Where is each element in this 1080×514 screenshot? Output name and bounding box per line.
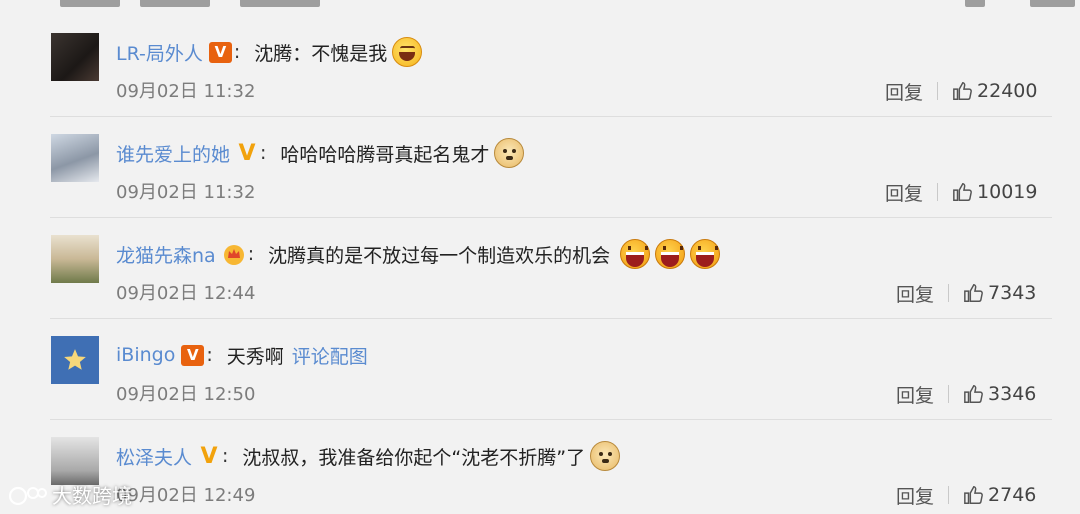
verified-badge-icon: V bbox=[208, 41, 232, 63]
like-button[interactable]: 10019 bbox=[952, 181, 1037, 203]
comment-item: 松泽夫人 V : 沈叔叔，我准备给你起个“沈老不折腾”了 09月02日 12:4… bbox=[0, 437, 1080, 514]
laugh-tears-emoji-icon bbox=[392, 37, 423, 67]
top-cutoff-strip bbox=[0, 0, 1080, 12]
verified-badge-icon: V bbox=[238, 140, 256, 166]
like-count: 2746 bbox=[988, 484, 1037, 506]
doge-emoji-icon bbox=[590, 441, 621, 471]
action-divider bbox=[937, 183, 939, 201]
comment-image-link[interactable]: 评论配图 bbox=[292, 342, 368, 369]
thumbs-up-icon bbox=[964, 385, 983, 403]
colon: : bbox=[260, 142, 267, 164]
crown-badge-icon bbox=[222, 243, 246, 265]
action-divider bbox=[937, 82, 939, 100]
grin-emoji-icon bbox=[655, 239, 686, 269]
logo-icon bbox=[8, 486, 47, 505]
comment-text: 天秀啊 bbox=[226, 345, 284, 368]
like-button[interactable]: 2746 bbox=[963, 484, 1036, 506]
comment-timestamp: 09月02日 11:32 bbox=[116, 182, 256, 203]
action-divider bbox=[948, 385, 950, 403]
avatar[interactable] bbox=[51, 336, 99, 384]
avatar[interactable] bbox=[51, 134, 99, 182]
reply-button[interactable]: 回复 bbox=[885, 78, 923, 105]
watermark-text: 大数跨境 bbox=[52, 484, 132, 508]
doge-emoji-icon bbox=[494, 138, 525, 168]
like-count: 10019 bbox=[977, 181, 1038, 203]
comment-username[interactable]: iBingo bbox=[116, 344, 175, 366]
comment-divider bbox=[50, 116, 1052, 117]
thumbs-up-icon bbox=[953, 183, 972, 201]
comment-text: 沈叔叔，我准备给你起个“沈老不折腾”了 bbox=[242, 446, 586, 469]
thumbs-up-icon bbox=[953, 82, 972, 100]
like-count: 3346 bbox=[988, 383, 1037, 405]
like-button[interactable]: 22400 bbox=[952, 80, 1037, 102]
reply-button[interactable]: 回复 bbox=[896, 381, 934, 408]
comment-timestamp: 09月02日 11:32 bbox=[116, 81, 256, 102]
comment-username[interactable]: 松泽夫人 bbox=[116, 443, 192, 470]
comment-divider bbox=[50, 419, 1052, 420]
reply-button[interactable]: 回复 bbox=[896, 482, 934, 509]
thumbs-up-icon bbox=[964, 284, 983, 302]
comment-username[interactable]: 谁先爱上的她 bbox=[116, 140, 230, 167]
comment-timestamp: 09月02日 12:49 bbox=[116, 485, 256, 506]
comment-item: LR-局外人 V : 沈腾：不愧是我 09月02日 11:32 回复 22400 bbox=[0, 33, 1080, 134]
avatar[interactable] bbox=[51, 437, 99, 485]
colon: : bbox=[206, 344, 213, 366]
like-button[interactable]: 7343 bbox=[963, 282, 1036, 304]
grin-emoji-icon bbox=[690, 239, 721, 269]
grin-emoji-icon bbox=[620, 239, 651, 269]
watermark: 大数跨境 bbox=[8, 480, 132, 509]
verified-badge-icon: V bbox=[200, 443, 218, 469]
comment-text: 哈哈哈哈腾哥真起名鬼才 bbox=[280, 143, 490, 166]
comment-timestamp: 09月02日 12:44 bbox=[116, 283, 256, 304]
comment-text: 沈腾：不愧是我 bbox=[254, 42, 388, 65]
thumbs-up-icon bbox=[964, 486, 983, 504]
action-divider bbox=[948, 284, 950, 302]
comment-text: 沈腾真的是不放过每一个制造欢乐的机会 bbox=[268, 244, 611, 267]
comment-timestamp: 09月02日 12:50 bbox=[116, 384, 256, 405]
comment-item: 谁先爱上的她 V : 哈哈哈哈腾哥真起名鬼才 09月02日 11:32 回复 1… bbox=[0, 134, 1080, 235]
like-button[interactable]: 3346 bbox=[963, 383, 1036, 405]
like-count: 22400 bbox=[977, 80, 1038, 102]
like-count: 7343 bbox=[988, 282, 1037, 304]
action-divider bbox=[948, 486, 950, 504]
comment-divider bbox=[50, 217, 1052, 218]
verified-badge-icon: V bbox=[181, 344, 205, 366]
comment-username[interactable]: 龙猫先森na bbox=[116, 241, 216, 268]
avatar[interactable] bbox=[51, 33, 99, 81]
reply-button[interactable]: 回复 bbox=[885, 179, 923, 206]
colon: : bbox=[222, 445, 229, 467]
comment-item: iBingo V : 天秀啊 评论配图 09月02日 12:50 回复 3346 bbox=[0, 336, 1080, 437]
colon: : bbox=[247, 243, 255, 265]
comment-username[interactable]: LR-局外人 bbox=[116, 39, 203, 66]
avatar[interactable] bbox=[51, 235, 99, 283]
comment-divider bbox=[50, 318, 1052, 319]
comment-item: 龙猫先森na : 沈腾真的是不放过每一个制造欢乐的机会 09月02日 12:44… bbox=[0, 235, 1080, 336]
colon: : bbox=[233, 41, 241, 63]
reply-button[interactable]: 回复 bbox=[896, 280, 934, 307]
